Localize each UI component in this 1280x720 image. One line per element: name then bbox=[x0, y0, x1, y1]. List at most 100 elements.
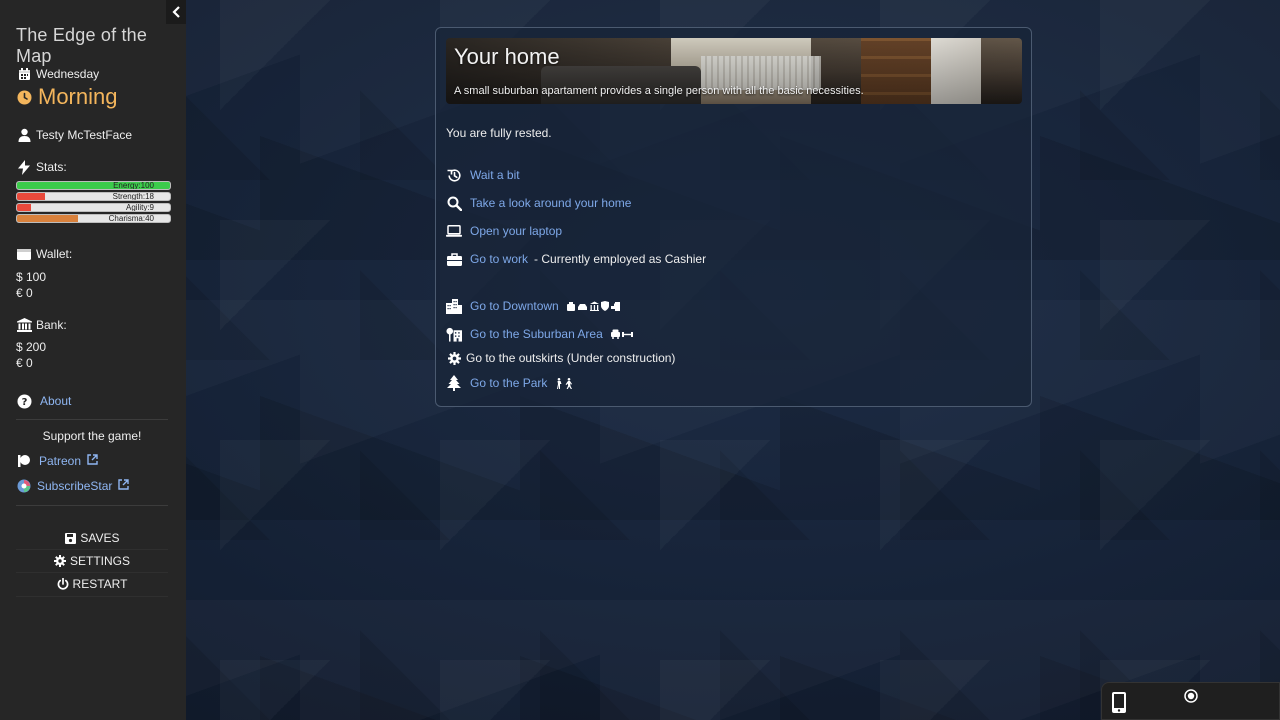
travel-park-link[interactable]: Go to the Park bbox=[470, 376, 547, 390]
briefcase-icon bbox=[446, 251, 462, 267]
player-name: Testy McTestFace bbox=[36, 128, 133, 142]
divider bbox=[16, 572, 168, 573]
stat-bar-strength: Strength:18 bbox=[16, 192, 171, 201]
clock-icon bbox=[16, 89, 32, 105]
downtown-feature-icons bbox=[566, 301, 621, 311]
floppy-icon bbox=[64, 532, 76, 544]
action-wait-link[interactable]: Wait a bit bbox=[470, 168, 520, 182]
suburban-features-icon bbox=[610, 329, 633, 339]
phone-icon[interactable] bbox=[1112, 692, 1126, 718]
chevron-left-icon bbox=[171, 6, 180, 18]
divider bbox=[16, 505, 168, 506]
wallet-usd: $ 100 bbox=[16, 270, 47, 284]
gear-icon bbox=[446, 350, 462, 366]
travel-downtown[interactable]: Go to Downtown bbox=[446, 298, 621, 314]
day-row: Wednesday bbox=[16, 66, 99, 82]
stat-bar-charisma: Charisma:40 bbox=[16, 214, 171, 223]
location-banner: Your home A small suburban apartament pr… bbox=[446, 38, 1022, 104]
wallet-header: Wallet: bbox=[16, 246, 72, 262]
park-features-icon bbox=[557, 377, 573, 389]
stats-bars: Energy:100 Strength:18 Agility:9 Charism… bbox=[16, 181, 171, 225]
patreon-link[interactable]: Patreon bbox=[39, 454, 81, 468]
bank-header: Bank: bbox=[16, 317, 67, 333]
action-work[interactable]: Go to work - Currently employed as Cashi… bbox=[446, 251, 706, 267]
gear-icon bbox=[53, 555, 66, 567]
external-link-icon bbox=[118, 479, 130, 493]
stat-label-agility: Agility:9 bbox=[125, 203, 154, 212]
status-text: You are fully rested. bbox=[446, 126, 552, 140]
history-icon bbox=[446, 167, 462, 183]
suburban-feature-icons bbox=[610, 329, 633, 339]
stat-fill-agility bbox=[17, 204, 31, 211]
wallet-icon bbox=[16, 246, 32, 262]
bottom-dock bbox=[1101, 682, 1280, 720]
travel-park[interactable]: Go to the Park bbox=[446, 375, 575, 391]
divider bbox=[16, 419, 168, 420]
about-link-row[interactable]: ? About bbox=[16, 393, 71, 409]
suburb-icon bbox=[446, 326, 462, 342]
travel-outskirts-label: Go to the outskirts (Under construction) bbox=[466, 351, 676, 365]
stat-bar-agility: Agility:9 bbox=[16, 203, 171, 212]
subscribestar-link-row[interactable]: SubscribeStar bbox=[16, 478, 130, 494]
stats-label: Stats: bbox=[36, 160, 67, 174]
restart-button[interactable]: RESTART bbox=[16, 577, 168, 591]
tree-icon bbox=[446, 375, 462, 391]
support-text: Support the game! bbox=[42, 429, 142, 443]
stat-fill-charisma bbox=[17, 215, 79, 222]
stat-bar-energy: Energy:100 bbox=[16, 181, 171, 190]
about-link[interactable]: About bbox=[40, 394, 71, 408]
time-of-day: Morning bbox=[16, 84, 117, 110]
location-description: A small suburban apartament provides a s… bbox=[454, 85, 864, 97]
divider bbox=[16, 549, 168, 550]
subscribestar-link[interactable]: SubscribeStar bbox=[37, 479, 112, 493]
patreon-link-row[interactable]: Patreon bbox=[16, 453, 98, 469]
subscribestar-icon bbox=[16, 478, 32, 494]
bolt-icon bbox=[16, 159, 32, 175]
sidebar-collapse-button[interactable] bbox=[166, 0, 186, 24]
restart-label: RESTART bbox=[72, 577, 128, 591]
wallet-eur: € 0 bbox=[16, 286, 33, 300]
travel-suburban-link[interactable]: Go to the Suburban Area bbox=[470, 327, 603, 341]
time-of-day-label: Morning bbox=[38, 84, 118, 109]
laptop-icon bbox=[446, 223, 462, 239]
downtown-features-icon bbox=[566, 301, 620, 311]
park-feature-icons bbox=[555, 377, 575, 389]
bank-eur: € 0 bbox=[16, 356, 33, 370]
divider bbox=[16, 596, 168, 597]
location-title: Your home bbox=[454, 44, 560, 69]
employment-status: - Currently employed as Cashier bbox=[534, 252, 707, 266]
stat-label-charisma: Charisma:40 bbox=[108, 214, 154, 223]
stat-fill-strength bbox=[17, 193, 45, 200]
city-icon bbox=[446, 298, 462, 314]
bank-usd: $ 200 bbox=[16, 340, 47, 354]
travel-outskirts: Go to the outskirts (Under construction) bbox=[446, 350, 675, 366]
stats-header: Stats: bbox=[16, 159, 67, 175]
stat-label-energy: Energy:100 bbox=[113, 181, 154, 190]
travel-downtown-link[interactable]: Go to Downtown bbox=[470, 299, 559, 313]
record-icon[interactable] bbox=[1184, 689, 1198, 708]
location-card: Your home A small suburban apartament pr… bbox=[435, 27, 1032, 407]
patreon-icon bbox=[16, 453, 32, 469]
action-look-around[interactable]: Take a look around your home bbox=[446, 195, 631, 211]
player-row: Testy McTestFace bbox=[16, 127, 132, 143]
saves-button[interactable]: SAVES bbox=[16, 531, 168, 545]
action-laptop-link[interactable]: Open your laptop bbox=[470, 224, 562, 238]
game-title: The Edge of the Map bbox=[16, 25, 148, 66]
day-label: Wednesday bbox=[36, 67, 100, 81]
travel-suburban[interactable]: Go to the Suburban Area bbox=[446, 326, 633, 342]
question-icon: ? bbox=[16, 393, 32, 409]
calendar-icon bbox=[16, 66, 32, 82]
bank-label: Bank: bbox=[36, 318, 67, 332]
action-look-around-link[interactable]: Take a look around your home bbox=[470, 196, 631, 210]
stat-label-strength: Strength:18 bbox=[112, 192, 154, 201]
settings-button[interactable]: SETTINGS bbox=[16, 554, 168, 568]
settings-label: SETTINGS bbox=[69, 554, 130, 568]
action-wait[interactable]: Wait a bit bbox=[446, 167, 520, 183]
bank-icon bbox=[16, 317, 32, 333]
svg-text:?: ? bbox=[21, 397, 27, 408]
action-laptop[interactable]: Open your laptop bbox=[446, 223, 562, 239]
user-icon bbox=[16, 127, 32, 143]
saves-label: SAVES bbox=[80, 531, 120, 545]
action-work-link[interactable]: Go to work bbox=[470, 252, 528, 266]
wallet-label: Wallet: bbox=[36, 247, 73, 261]
